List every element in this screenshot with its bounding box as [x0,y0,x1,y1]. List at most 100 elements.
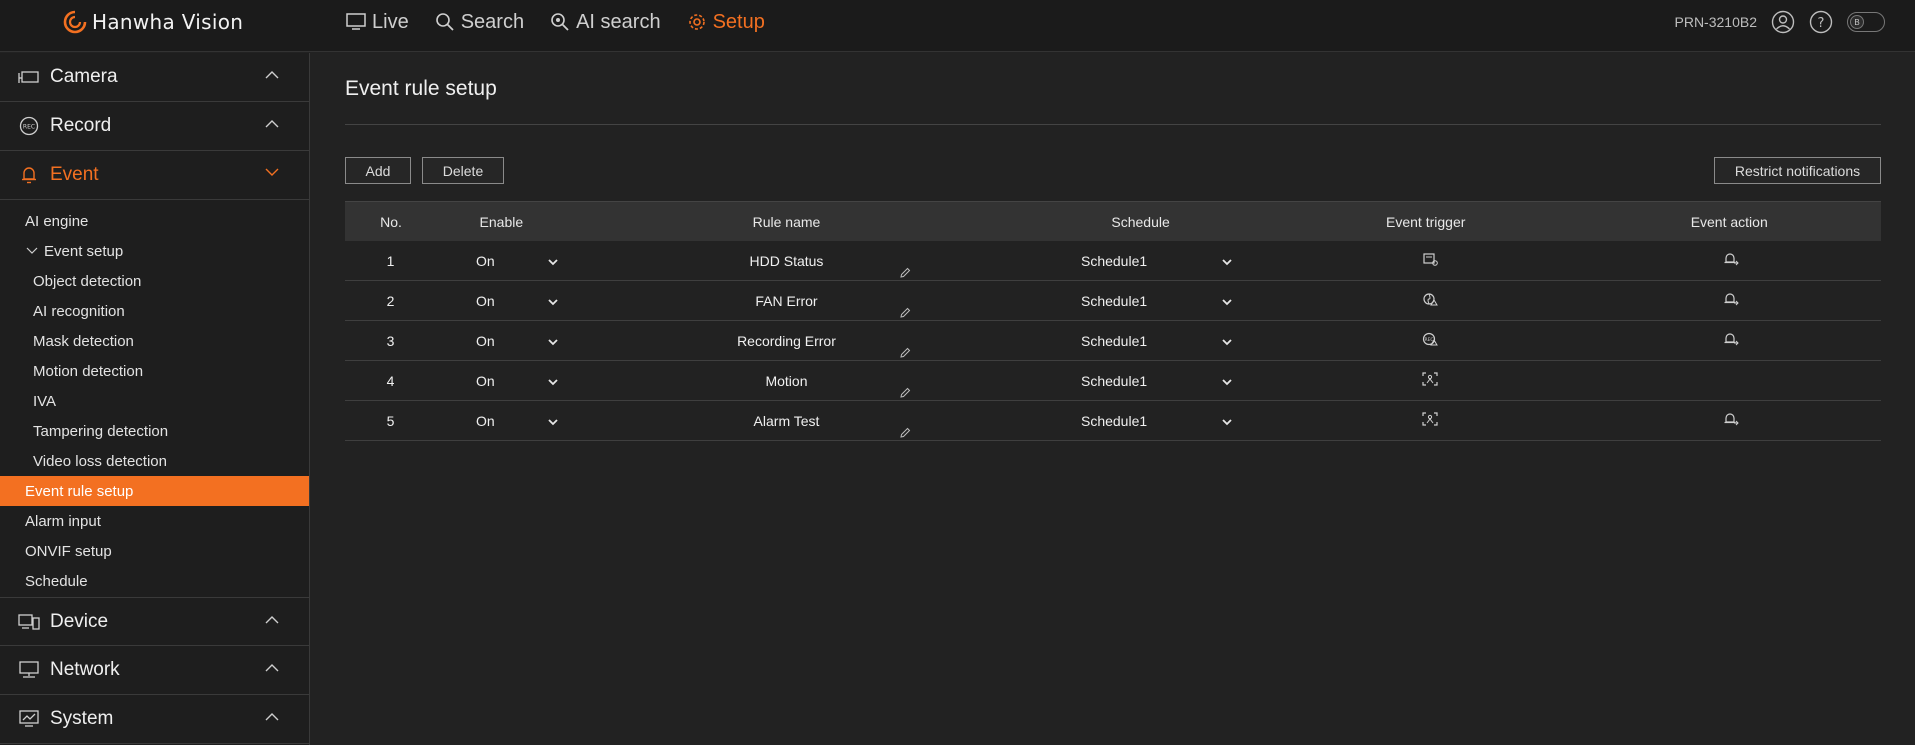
enable-select[interactable]: On [436,253,568,269]
sidebar-section-record[interactable]: REC Record [0,102,309,151]
nav-setup[interactable]: Setup [687,11,765,34]
table-body: 1 On HDD Status Schedule1 2 On FAN Error Schedu… [345,241,1881,441]
header-schedule: Schedule [1111,213,1170,230]
schedule-select[interactable]: Schedule1 [1005,413,1280,429]
schedule-value: Schedule1 [1080,412,1148,429]
schedule-select[interactable]: Schedule1 [1005,333,1280,349]
event-trigger-cell[interactable]: REC [1280,332,1580,349]
chevron-down-icon [1222,253,1232,269]
page-title: Event rule setup [345,77,497,100]
edit-icon[interactable] [899,386,911,402]
bell-action-icon [1723,252,1739,269]
rule-no: 3 [386,332,395,349]
sidebar-section-label: Device [50,610,109,632]
nav-search[interactable]: Search [435,11,524,34]
sidebar-section-network[interactable]: Network [0,646,309,695]
enable-select[interactable]: On [436,293,568,309]
hanwha-logo-icon [63,10,87,34]
event-action-cell[interactable] [1581,332,1881,349]
hanwha-logo[interactable]: Hanwha Vision [62,7,243,37]
event-rule-table: No. Enable Rule name Schedule Event trig… [345,201,1881,441]
enable-select[interactable]: On [436,373,568,389]
rule-no: 4 [386,372,395,389]
motion-icon [1422,372,1438,389]
bell-icon [18,164,40,186]
chevron-down-icon [548,373,558,389]
nav-ai-search-label: AI search [576,10,661,33]
event-trigger-cell[interactable] [1280,292,1580,309]
event-trigger-cell[interactable] [1280,412,1580,429]
ai-search-icon [551,13,569,31]
delete-button[interactable]: Delete [422,157,504,184]
sidebar-item-iva[interactable]: IVA [0,386,309,416]
table-row: 2 On FAN Error Schedule1 [345,281,1881,321]
sidebar-section-event[interactable]: Event [0,151,309,200]
table-header: No. Enable Rule name Schedule Event trig… [345,201,1881,241]
sidebar-item-motion-detection[interactable]: Motion detection [0,356,309,386]
nav-live-label: Live [372,10,409,33]
header-tools: PRN-3210B2 ? B [1675,8,1885,36]
title-divider [345,124,1881,125]
help-icon[interactable]: ? [1809,10,1833,34]
camera-icon [18,66,40,88]
event-action-cell[interactable] [1581,252,1881,269]
rule-name-cell: Recording Error [568,333,1005,358]
sidebar-item-alarm-input[interactable]: Alarm input [0,506,309,536]
gear-icon [688,14,705,30]
nav-ai-search[interactable]: AI search [550,10,661,34]
sidebar-item-tampering-detection[interactable]: Tampering detection [0,416,309,446]
sidebar-group-event-setup[interactable]: Event setup [0,236,309,266]
enable-value: On [476,412,495,429]
event-trigger-cell[interactable] [1280,372,1580,389]
schedule-value: Schedule1 [1080,372,1148,389]
sidebar-item-schedule[interactable]: Schedule [0,566,309,596]
enable-select[interactable]: On [436,413,568,429]
chevron-down-icon [548,253,558,269]
nav-live[interactable]: Live [346,11,409,34]
network-icon [18,659,40,681]
chevron-down-icon [548,413,558,429]
user-icon[interactable] [1771,10,1795,34]
svg-text:?: ? [1818,16,1825,31]
nav-setup-label: Setup [712,10,765,33]
table-row: 3 On Recording Error Schedule1 REC [345,321,1881,361]
sidebar-item-video-loss-detection[interactable]: Video loss detection [0,446,309,476]
add-button[interactable]: Add [345,157,411,184]
sidebar-item-mask-detection[interactable]: Mask detection [0,326,309,356]
header-event-action: Event action [1690,213,1768,230]
event-action-cell[interactable] [1581,412,1881,429]
theme-toggle[interactable]: B [1847,12,1885,32]
schedule-select[interactable]: Schedule1 [1005,373,1280,389]
sidebar-section-system[interactable]: System [0,695,309,744]
schedule-value: Schedule1 [1080,332,1148,349]
rule-name-cell: Motion [568,372,1005,398]
edit-icon[interactable] [899,346,911,362]
sidebar-item-onvif-setup[interactable]: ONVIF setup [0,536,309,566]
sidebar-item-event-rule-setup[interactable]: Event rule setup [0,476,309,506]
sidebar-item-object-detection[interactable]: Object detection [0,266,309,296]
edit-icon[interactable] [899,426,911,442]
event-trigger-cell[interactable] [1280,252,1580,269]
edit-icon[interactable] [899,266,911,282]
edit-icon[interactable] [899,306,911,322]
rule-name: HDD Status [749,252,824,269]
restrict-notifications-button[interactable]: Restrict notifications [1714,157,1881,184]
enable-value: On [476,372,495,389]
schedule-select[interactable]: Schedule1 [1005,293,1280,309]
chevron-up-icon [265,120,279,128]
chevron-down-icon [1222,373,1232,389]
sidebar-section-camera[interactable]: Camera [0,53,309,102]
sidebar-section-device[interactable]: Device [0,597,309,646]
chevron-down-icon [265,168,279,176]
sidebar-item-ai-recognition[interactable]: AI recognition [0,296,309,326]
chevron-down-icon [1222,413,1232,429]
rec-error-icon: REC [1422,332,1439,349]
schedule-select[interactable]: Schedule1 [1005,253,1280,269]
schedule-value: Schedule1 [1080,252,1148,269]
enable-select[interactable]: On [436,333,568,349]
rule-name: Motion [765,372,808,389]
bell-action-icon [1723,412,1739,429]
event-action-cell[interactable] [1581,292,1881,309]
bell-action-icon [1723,332,1739,349]
sidebar-item-ai-engine[interactable]: AI engine [0,206,309,236]
